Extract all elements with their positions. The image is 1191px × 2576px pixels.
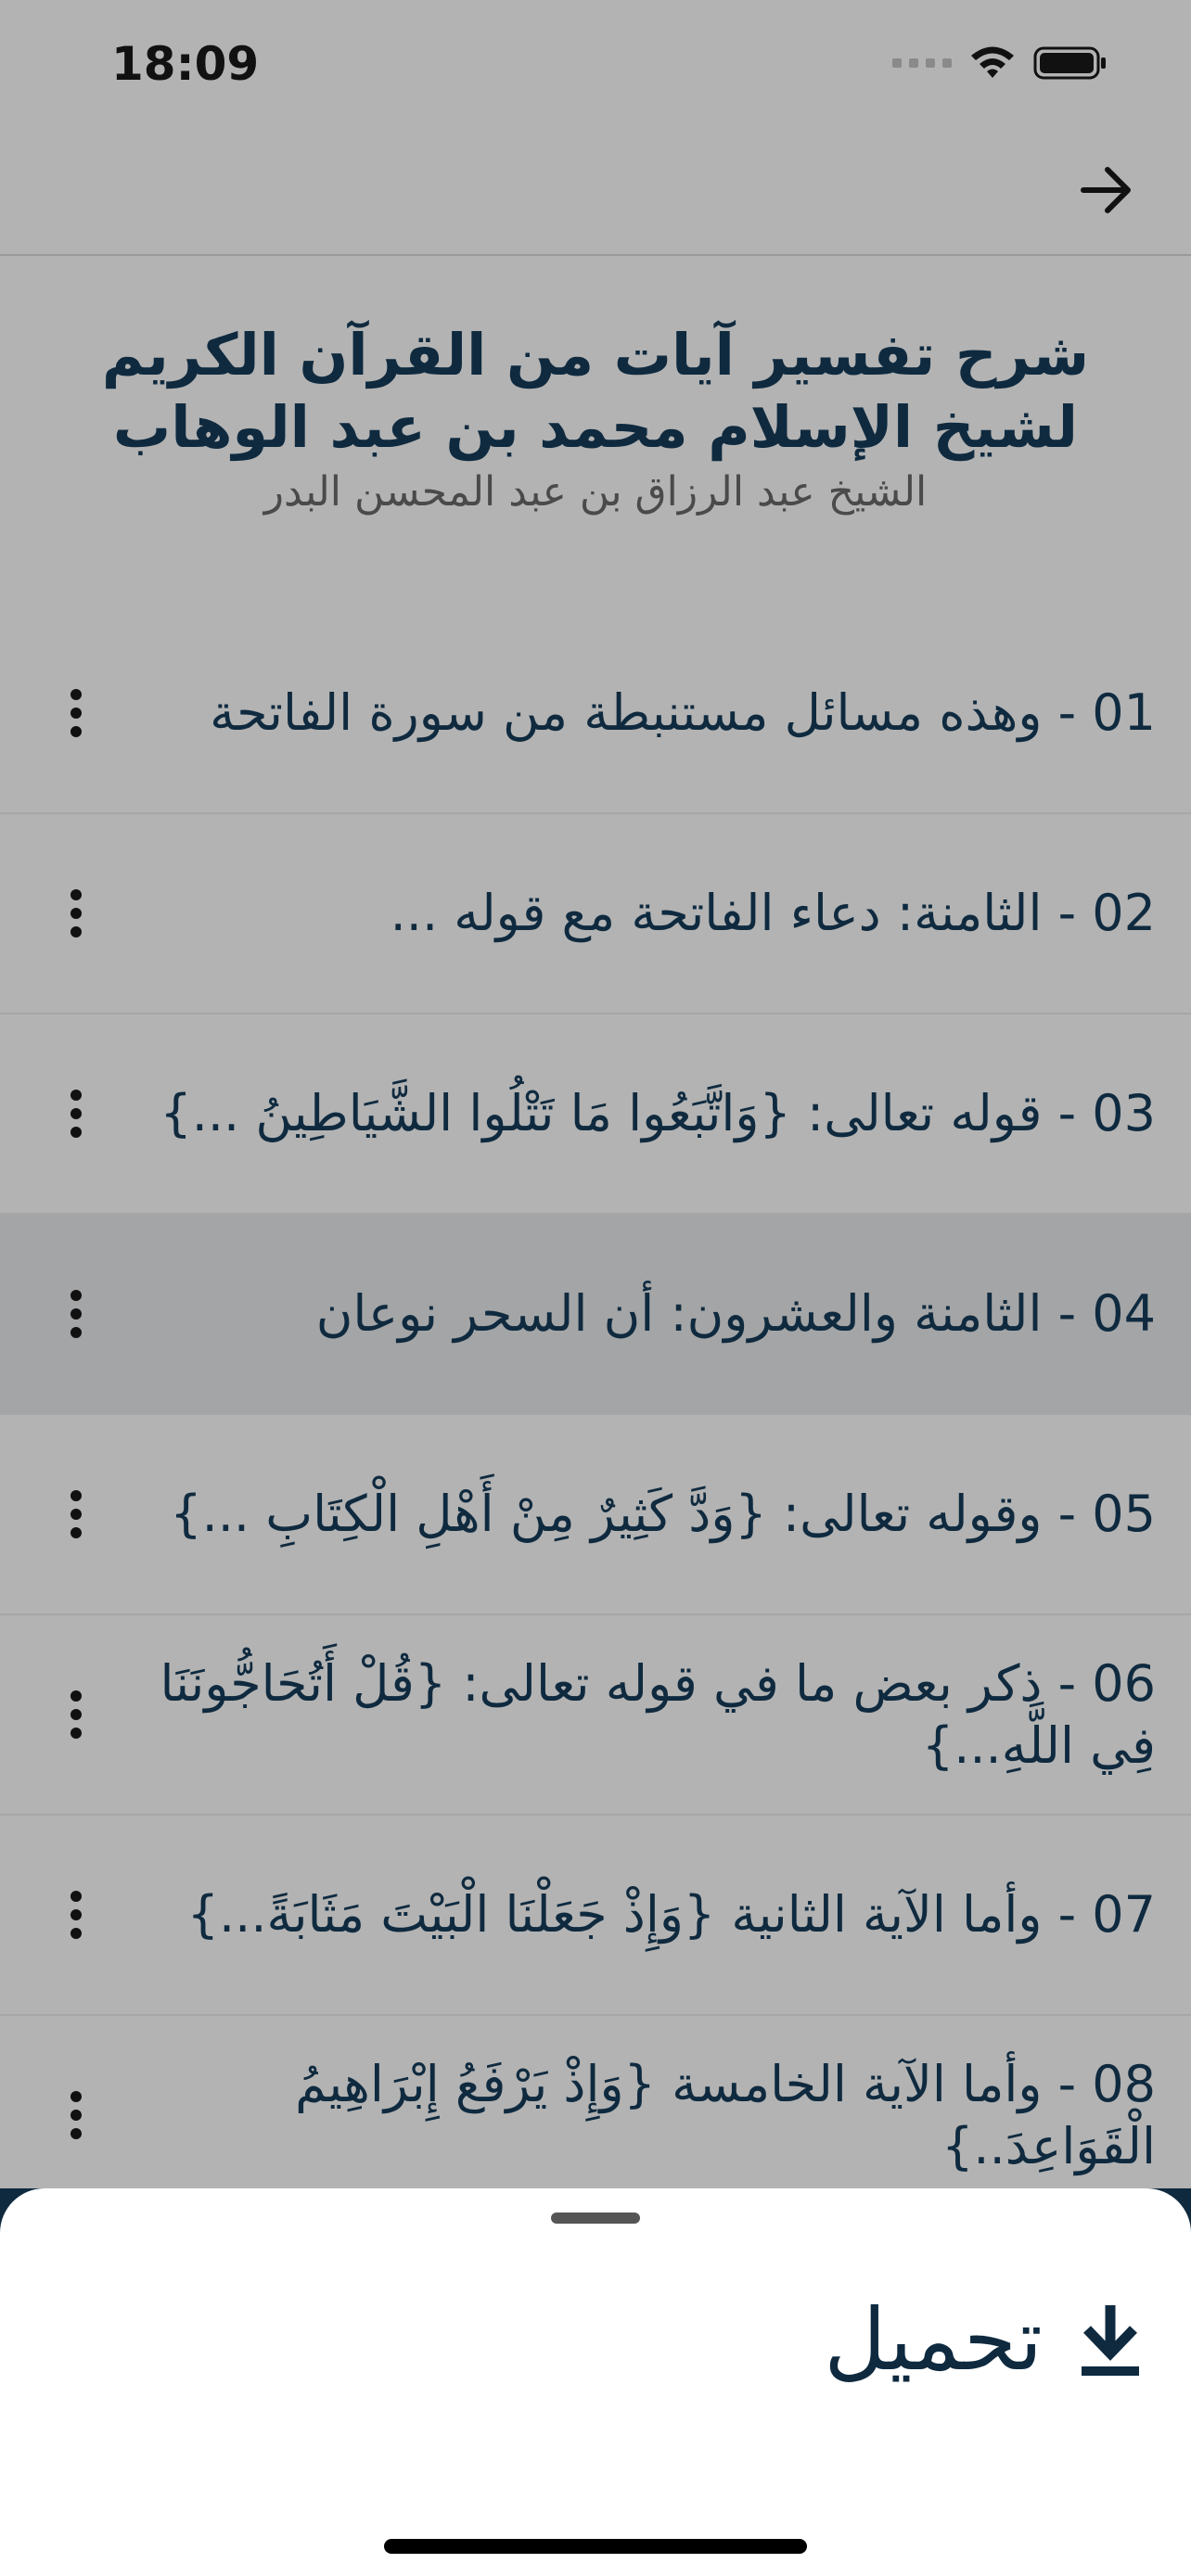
download-label: تحميل — [824, 2290, 1043, 2390]
status-bar: 18:09 — [0, 0, 1191, 130]
battery-icon — [1033, 46, 1106, 80]
list-item[interactable]: 01 - وهذه مسائل مستنبطة من سورة الفاتحة — [0, 614, 1191, 814]
lesson-title: 02 - الثامنة: دعاء الفاتحة مع قوله ... — [390, 884, 1156, 943]
download-icon — [1082, 2304, 1139, 2376]
lesson-title: 04 - الثامنة والعشرون: أن السحر نوعان — [315, 1284, 1156, 1344]
list-item[interactable]: 03 - قوله تعالى: {وَاتَّبَعُوا مَا تَتْل… — [0, 1014, 1191, 1215]
lessons-list: 01 - وهذه مسائل مستنبطة من سورة الفاتحة … — [0, 614, 1191, 2216]
book-title: شرح تفسير آيات من القرآن الكريم لشيخ الإ… — [101, 321, 1090, 461]
download-button[interactable]: تحميل — [824, 2290, 1145, 2390]
more-vertical-icon[interactable] — [58, 2087, 95, 2143]
status-time: 18:09 — [111, 37, 260, 91]
dimmed-content: 18:09 شرح تفسير آيات من القرآن الكريم لش… — [0, 0, 1191, 2225]
more-vertical-icon[interactable] — [58, 886, 95, 941]
lesson-title: 03 - قوله تعالى: {وَاتَّبَعُوا مَا تَتْل… — [160, 1084, 1156, 1143]
list-item[interactable]: 05 - وقوله تعالى: {وَدَّ كَثِيرٌ مِنْ أَ… — [0, 1415, 1191, 1615]
navigation-bar — [0, 130, 1191, 256]
lesson-title: 08 - وأما الآية الخامسة {وَإِذْ يَرْفَعُ… — [295, 2054, 1156, 2176]
app-screen: 18:09 شرح تفسير آيات من القرآن الكريم لش… — [0, 0, 1191, 2576]
more-vertical-icon[interactable] — [58, 1086, 95, 1141]
book-header: شرح تفسير آيات من القرآن الكريم لشيخ الإ… — [37, 319, 1154, 516]
cellular-signal-icon — [892, 58, 952, 68]
wifi-icon — [971, 46, 1014, 78]
sheet-grabber[interactable] — [551, 2213, 640, 2224]
list-item[interactable]: 06 - ذكر بعض ما في قوله تعالى: {قُلْ أَت… — [0, 1615, 1191, 1816]
more-vertical-icon[interactable] — [58, 685, 95, 741]
bottom-sheet: تحميل — [0, 2188, 1191, 2576]
list-item[interactable]: 02 - الثامنة: دعاء الفاتحة مع قوله ... — [0, 814, 1191, 1014]
arrow-right-icon[interactable] — [1074, 158, 1139, 223]
list-item[interactable]: 07 - وأما الآية الثانية {وَإِذْ جَعَلْنَ… — [0, 1816, 1191, 2016]
lesson-title: 07 - وأما الآية الثانية {وَإِذْ جَعَلْنَ… — [186, 1885, 1156, 1945]
more-vertical-icon[interactable] — [58, 1887, 95, 1943]
more-vertical-icon[interactable] — [58, 1486, 95, 1542]
author-name: الشيخ عبد الرزاق بن عبد المحسن البدر — [263, 468, 928, 516]
more-vertical-icon[interactable] — [58, 1286, 95, 1342]
status-icons — [892, 45, 1108, 82]
lesson-title: 01 - وهذه مسائل مستنبطة من سورة الفاتحة — [210, 683, 1156, 743]
list-item-selected[interactable]: 04 - الثامنة والعشرون: أن السحر نوعان — [0, 1215, 1191, 1415]
lesson-title: 05 - وقوله تعالى: {وَدَّ كَثِيرٌ مِنْ أَ… — [170, 1485, 1156, 1544]
more-vertical-icon[interactable] — [58, 1687, 95, 1742]
lesson-title: 06 - ذكر بعض ما في قوله تعالى: {قُلْ أَت… — [160, 1653, 1156, 1776]
home-indicator[interactable] — [384, 2539, 807, 2554]
list-item[interactable]: 08 - وأما الآية الخامسة {وَإِذْ يَرْفَعُ… — [0, 2016, 1191, 2216]
